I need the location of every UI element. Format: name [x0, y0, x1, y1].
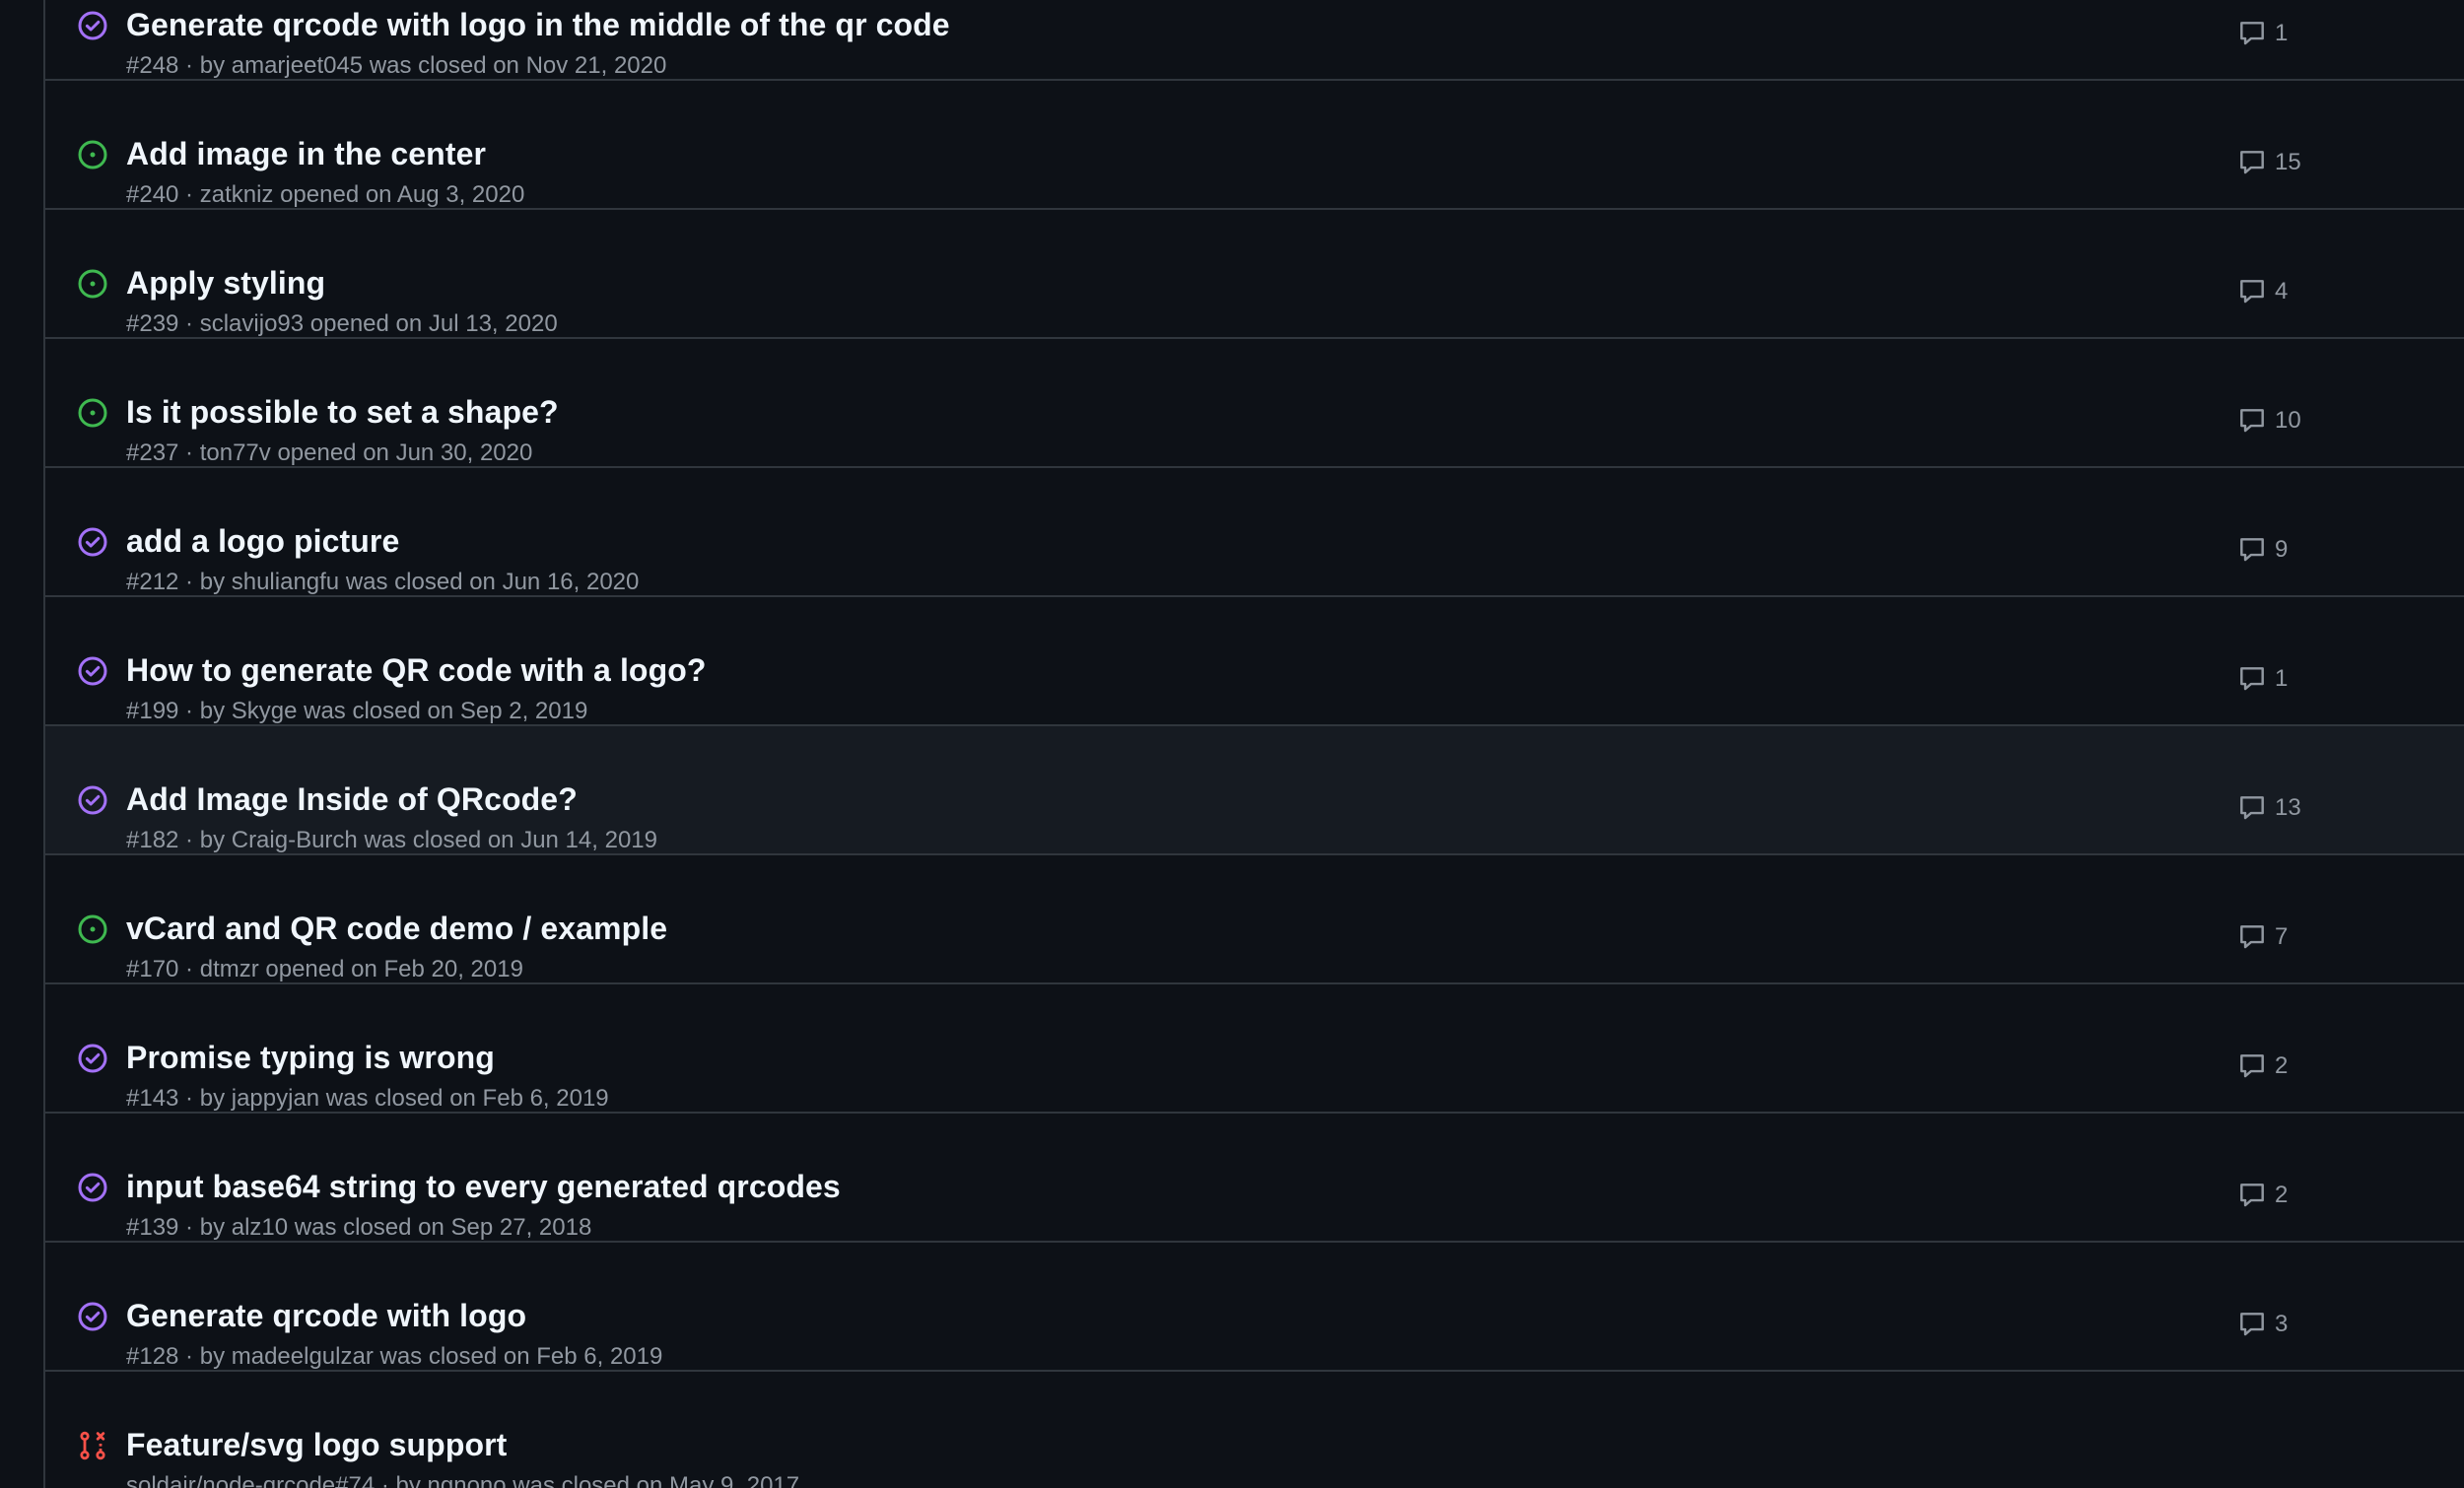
- issue-title-link[interactable]: Add image in the center: [126, 136, 486, 172]
- issues-page: Generate qrcode with logo in the middle …: [0, 0, 2464, 1488]
- comment-icon: [2237, 1051, 2267, 1081]
- issue-closed-icon: [77, 1043, 108, 1074]
- issue-title-link[interactable]: How to generate QR code with a logo?: [126, 652, 707, 689]
- issue-closed-icon: [77, 655, 108, 687]
- issue-row[interactable]: Generate qrcode with logo in the middle …: [45, 0, 2464, 81]
- comment-icon: [2237, 19, 2267, 48]
- issue-meta: #128 · by madeelgulzar was closed on Feb…: [126, 1343, 663, 1370]
- comment-icon: [2237, 793, 2267, 823]
- issue-meta: #182 · by Craig-Burch was closed on Jun …: [126, 827, 657, 853]
- issue-title-link[interactable]: Is it possible to set a shape?: [126, 394, 559, 431]
- issue-title-link[interactable]: add a logo picture: [126, 523, 399, 560]
- comments-link[interactable]: 13: [2237, 791, 2301, 825]
- issue-opened-icon: [77, 268, 108, 300]
- comment-icon: [2237, 922, 2267, 952]
- issue-closed-icon: [77, 1301, 108, 1332]
- issue-row[interactable]: Promise typing is wrong #143 · by jappyj…: [45, 984, 2464, 1114]
- issue-title-link[interactable]: Promise typing is wrong: [126, 1040, 495, 1076]
- issue-row[interactable]: Add image in the center #240 · zatkniz o…: [45, 81, 2464, 210]
- issue-opened-icon: [77, 139, 108, 170]
- comments-link[interactable]: 9: [2237, 533, 2288, 567]
- comments-link[interactable]: 1: [2237, 662, 2288, 696]
- comment-count: 4: [2275, 278, 2289, 304]
- comment-count: 10: [2275, 407, 2301, 434]
- issue-title-link[interactable]: vCard and QR code demo / example: [126, 911, 667, 947]
- comments-link[interactable]: 4: [2237, 275, 2288, 308]
- pull-request-closed-icon: [77, 1430, 108, 1461]
- comment-icon: [2237, 1181, 2267, 1210]
- comment-icon: [2237, 535, 2267, 565]
- issue-row[interactable]: How to generate QR code with a logo? #19…: [45, 597, 2464, 726]
- issue-row[interactable]: Add Image Inside of QRcode? #182 · by Cr…: [45, 726, 2464, 855]
- comment-icon: [2237, 664, 2267, 694]
- issue-closed-icon: [77, 526, 108, 558]
- issue-closed-icon: [77, 1172, 108, 1203]
- issue-list: Generate qrcode with logo in the middle …: [43, 0, 2464, 1488]
- comment-count: 7: [2275, 923, 2289, 950]
- issue-closed-icon: [77, 784, 108, 816]
- issue-opened-icon: [77, 913, 108, 945]
- issue-meta: #237 · ton77v opened on Jun 30, 2020: [126, 440, 533, 466]
- issue-meta: #240 · zatkniz opened on Aug 3, 2020: [126, 181, 525, 208]
- issue-row[interactable]: Apply styling #239 · sclavijo93 opened o…: [45, 210, 2464, 339]
- issue-meta: #199 · by Skyge was closed on Sep 2, 201…: [126, 698, 588, 724]
- issue-row[interactable]: vCard and QR code demo / example #170 · …: [45, 855, 2464, 984]
- issue-meta: #248 · by amarjeet045 was closed on Nov …: [126, 52, 667, 79]
- comments-link[interactable]: 2: [2237, 1179, 2288, 1212]
- issue-meta: #170 · dtmzr opened on Feb 20, 2019: [126, 956, 523, 982]
- issue-row[interactable]: input base64 string to every generated q…: [45, 1114, 2464, 1243]
- comment-icon: [2237, 1310, 2267, 1339]
- comments-link[interactable]: 3: [2237, 1308, 2288, 1341]
- comments-link[interactable]: 15: [2237, 146, 2301, 179]
- comment-count: 1: [2275, 20, 2289, 46]
- issue-title-link[interactable]: Generate qrcode with logo in the middle …: [126, 7, 950, 43]
- issue-closed-icon: [77, 10, 108, 41]
- issue-meta: #212 · by shuliangfu was closed on Jun 1…: [126, 569, 640, 595]
- comment-count: 9: [2275, 536, 2289, 563]
- issue-row[interactable]: Feature/svg logo support soldair/node-qr…: [45, 1372, 2464, 1488]
- issue-title-link[interactable]: Generate qrcode with logo: [126, 1298, 526, 1334]
- comment-icon: [2237, 148, 2267, 177]
- comment-count: 2: [2275, 1052, 2289, 1079]
- comment-count: 15: [2275, 149, 2301, 175]
- issue-title-link[interactable]: Feature/svg logo support: [126, 1427, 507, 1463]
- comment-count: 3: [2275, 1311, 2289, 1337]
- issue-opened-icon: [77, 397, 108, 429]
- comments-link[interactable]: 10: [2237, 404, 2301, 438]
- comments-link[interactable]: 2: [2237, 1049, 2288, 1083]
- issue-meta: #139 · by alz10 was closed on Sep 27, 20…: [126, 1214, 592, 1241]
- issue-meta: soldair/node-qrcode#74 · by ngnono was c…: [126, 1472, 800, 1488]
- issue-meta: #143 · by jappyjan was closed on Feb 6, …: [126, 1085, 609, 1112]
- comment-icon: [2237, 406, 2267, 436]
- comment-count: 1: [2275, 665, 2289, 692]
- issue-row[interactable]: add a logo picture #212 · by shuliangfu …: [45, 468, 2464, 597]
- comments-link[interactable]: 7: [2237, 920, 2288, 954]
- issue-row[interactable]: Generate qrcode with logo #128 · by made…: [45, 1243, 2464, 1372]
- comment-icon: [2237, 277, 2267, 306]
- comment-count: 13: [2275, 794, 2301, 821]
- issue-row[interactable]: Is it possible to set a shape? #237 · to…: [45, 339, 2464, 468]
- issue-meta: #239 · sclavijo93 opened on Jul 13, 2020: [126, 310, 558, 337]
- issue-title-link[interactable]: Apply styling: [126, 265, 325, 302]
- comment-count: 2: [2275, 1182, 2289, 1208]
- comments-link[interactable]: 1: [2237, 17, 2288, 50]
- issue-title-link[interactable]: input base64 string to every generated q…: [126, 1169, 841, 1205]
- issue-title-link[interactable]: Add Image Inside of QRcode?: [126, 781, 578, 818]
